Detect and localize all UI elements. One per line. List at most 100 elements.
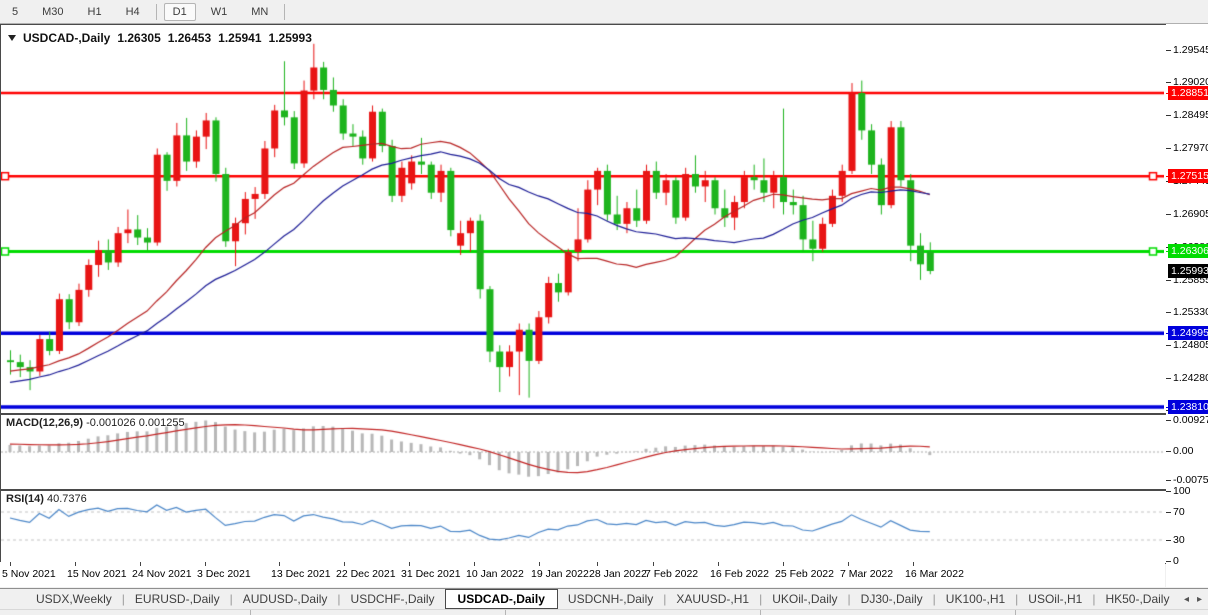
timeframe-button-w1[interactable]: W1 <box>202 3 237 21</box>
date-label: 25 Feb 2022 <box>775 568 834 580</box>
price-tick-label: 1.29545 <box>1173 43 1208 56</box>
chart-tab-usdcnh[interactable]: USDCNH-,Daily <box>558 591 663 607</box>
rsi-value: 40.7376 <box>46 493 87 505</box>
price-tick-label: 1.27970 <box>1173 141 1208 154</box>
ohlc-open: 1.26305 <box>117 31 161 45</box>
trading-terminal-window: 5 M30 H1 H4 D1 W1 MN USDCAD-,Daily 1.26305 1.2… <box>0 0 1208 615</box>
rsi-tick-mark <box>1166 512 1171 513</box>
date-tick-mark <box>539 562 540 566</box>
date-tick-mark <box>474 562 475 566</box>
chart-tab-hk50[interactable]: HK50-,Daily <box>1095 591 1179 607</box>
date-tick-mark <box>783 562 784 566</box>
date-label: 28 Jan 2022 <box>589 568 647 580</box>
ohlc-high: 1.26453 <box>167 31 212 45</box>
chart-dropdown-icon[interactable] <box>8 35 16 41</box>
date-tick-mark <box>409 562 410 566</box>
price-tick-mark <box>1166 115 1171 117</box>
status-bar-divider <box>250 610 251 615</box>
chart-symbol-label: USDCAD-,Daily <box>23 31 111 45</box>
date-label: 10 Jan 2022 <box>466 568 524 580</box>
rsi-canvas[interactable] <box>1 491 1164 561</box>
date-axis: 5 Nov 2021 15 Nov 2021 24 Nov 2021 3 Dec 20… <box>0 562 1165 587</box>
level-price-label: 1.28851 <box>1168 85 1208 100</box>
chart-tab-ukoil[interactable]: UKOil-,Daily <box>762 591 847 607</box>
date-tick-mark <box>205 562 206 566</box>
current-price-label: 1.25993 <box>1168 263 1208 278</box>
timeframe-button-m30[interactable]: M30 <box>33 3 72 21</box>
main-chart-pane <box>0 24 1167 414</box>
timeframe-button-5[interactable]: 5 <box>3 3 27 21</box>
timeframe-toolbar: 5 M30 H1 H4 D1 W1 MN <box>0 0 1208 24</box>
chart-tab-dj30[interactable]: DJ30-,Daily <box>851 591 933 607</box>
level-price-label: 1.24995 <box>1168 326 1208 341</box>
macd-label: MACD(12,26,9) -0.001026 0.001255 <box>6 417 185 429</box>
macd-value-main: -0.001026 <box>86 417 136 429</box>
tab-scroll-left-icon[interactable]: ◂ <box>1184 594 1189 605</box>
chart-tab-usoil[interactable]: USOil-,H1 <box>1018 591 1092 607</box>
main-chart-canvas[interactable] <box>1 25 1164 411</box>
date-tick-mark <box>140 562 141 566</box>
level-price-label: 1.23810 <box>1168 399 1208 414</box>
date-label: 15 Nov 2021 <box>67 568 127 580</box>
rsi-tick-mark <box>1166 491 1171 492</box>
timeframe-button-h1[interactable]: H1 <box>79 3 111 21</box>
rsi-axis-label: 30 <box>1173 534 1185 546</box>
macd-axis-label: 0.00 <box>1173 445 1194 457</box>
chart-tab-eurusd[interactable]: EURUSD-,Daily <box>125 591 230 607</box>
price-tick-mark <box>1166 214 1171 216</box>
price-tick-label: 1.24280 <box>1173 371 1208 384</box>
chart-tab-usdchf[interactable]: USDCHF-,Daily <box>341 591 445 607</box>
date-tick-mark <box>344 562 345 566</box>
macd-name: MACD(12,26,9) <box>6 417 84 429</box>
rsi-axis-label: 70 <box>1173 506 1185 518</box>
price-tick-mark <box>1166 147 1171 149</box>
price-tick-mark <box>1166 279 1171 281</box>
price-tick-mark <box>1166 49 1171 51</box>
date-tick-mark <box>10 562 11 566</box>
date-label: 19 Jan 2022 <box>531 568 589 580</box>
price-axis: 1.295451.290201.284951.279701.274451.269… <box>1166 24 1208 587</box>
timeframe-button-d1[interactable]: D1 <box>163 2 196 21</box>
date-label: 31 Dec 2021 <box>401 568 461 580</box>
date-tick-mark <box>718 562 719 566</box>
chart-tab-bar: USDX,Weekly | EURUSD-,Daily | AUDUSD-,Daily |… <box>0 588 1208 609</box>
date-tick-mark <box>279 562 280 566</box>
price-tick-mark <box>1166 377 1171 379</box>
chart-tab-xauusd[interactable]: XAUUSD-,H1 <box>666 591 759 607</box>
macd-tick-mark <box>1166 480 1171 481</box>
price-tick-label: 1.28495 <box>1173 109 1208 122</box>
date-tick-mark <box>597 562 598 566</box>
status-bar-divider <box>1015 610 1016 615</box>
chart-tab-usdx[interactable]: USDX,Weekly <box>26 591 122 607</box>
ohlc-low: 1.25941 <box>218 31 262 45</box>
chart-tab-uk100[interactable]: UK100-,H1 <box>936 591 1015 607</box>
macd-value-signal: 0.001255 <box>138 417 185 429</box>
chart-tab-usdcad[interactable]: USDCAD-,Daily <box>444 589 558 609</box>
macd-tick-mark <box>1166 451 1171 452</box>
date-label: 13 Dec 2021 <box>271 568 331 580</box>
tab-scroll-right-icon[interactable]: ▸ <box>1197 594 1202 605</box>
date-label: 22 Dec 2021 <box>336 568 396 580</box>
date-label: 16 Mar 2022 <box>905 568 964 580</box>
level-price-label: 1.26306 <box>1168 244 1208 259</box>
rsi-axis-label: 0 <box>1173 555 1179 567</box>
level-price-label: 1.27515 <box>1168 169 1208 184</box>
date-tick-mark <box>848 562 849 566</box>
date-label: 16 Feb 2022 <box>710 568 769 580</box>
date-label: 7 Feb 2022 <box>645 568 699 580</box>
price-tick-label: 1.24805 <box>1173 338 1208 351</box>
timeframe-button-h4[interactable]: H4 <box>117 3 149 21</box>
date-label: 3 Dec 2021 <box>197 568 251 580</box>
date-tick-mark <box>913 562 914 566</box>
rsi-label: RSI(14) 40.7376 <box>6 493 87 505</box>
price-tick-mark <box>1166 344 1171 346</box>
date-tick-mark <box>653 562 654 566</box>
price-tick-mark <box>1166 82 1171 84</box>
macd-tick-mark <box>1166 420 1171 421</box>
timeframe-button-mn[interactable]: MN <box>242 3 277 21</box>
date-label: 24 Nov 2021 <box>132 568 192 580</box>
chart-title: USDCAD-,Daily 1.26305 1.26453 1.25941 1.… <box>8 31 312 45</box>
status-bar-divider <box>505 610 506 615</box>
chart-tab-audusd[interactable]: AUDUSD-,Daily <box>233 591 338 607</box>
toolbar-divider <box>155 3 157 20</box>
